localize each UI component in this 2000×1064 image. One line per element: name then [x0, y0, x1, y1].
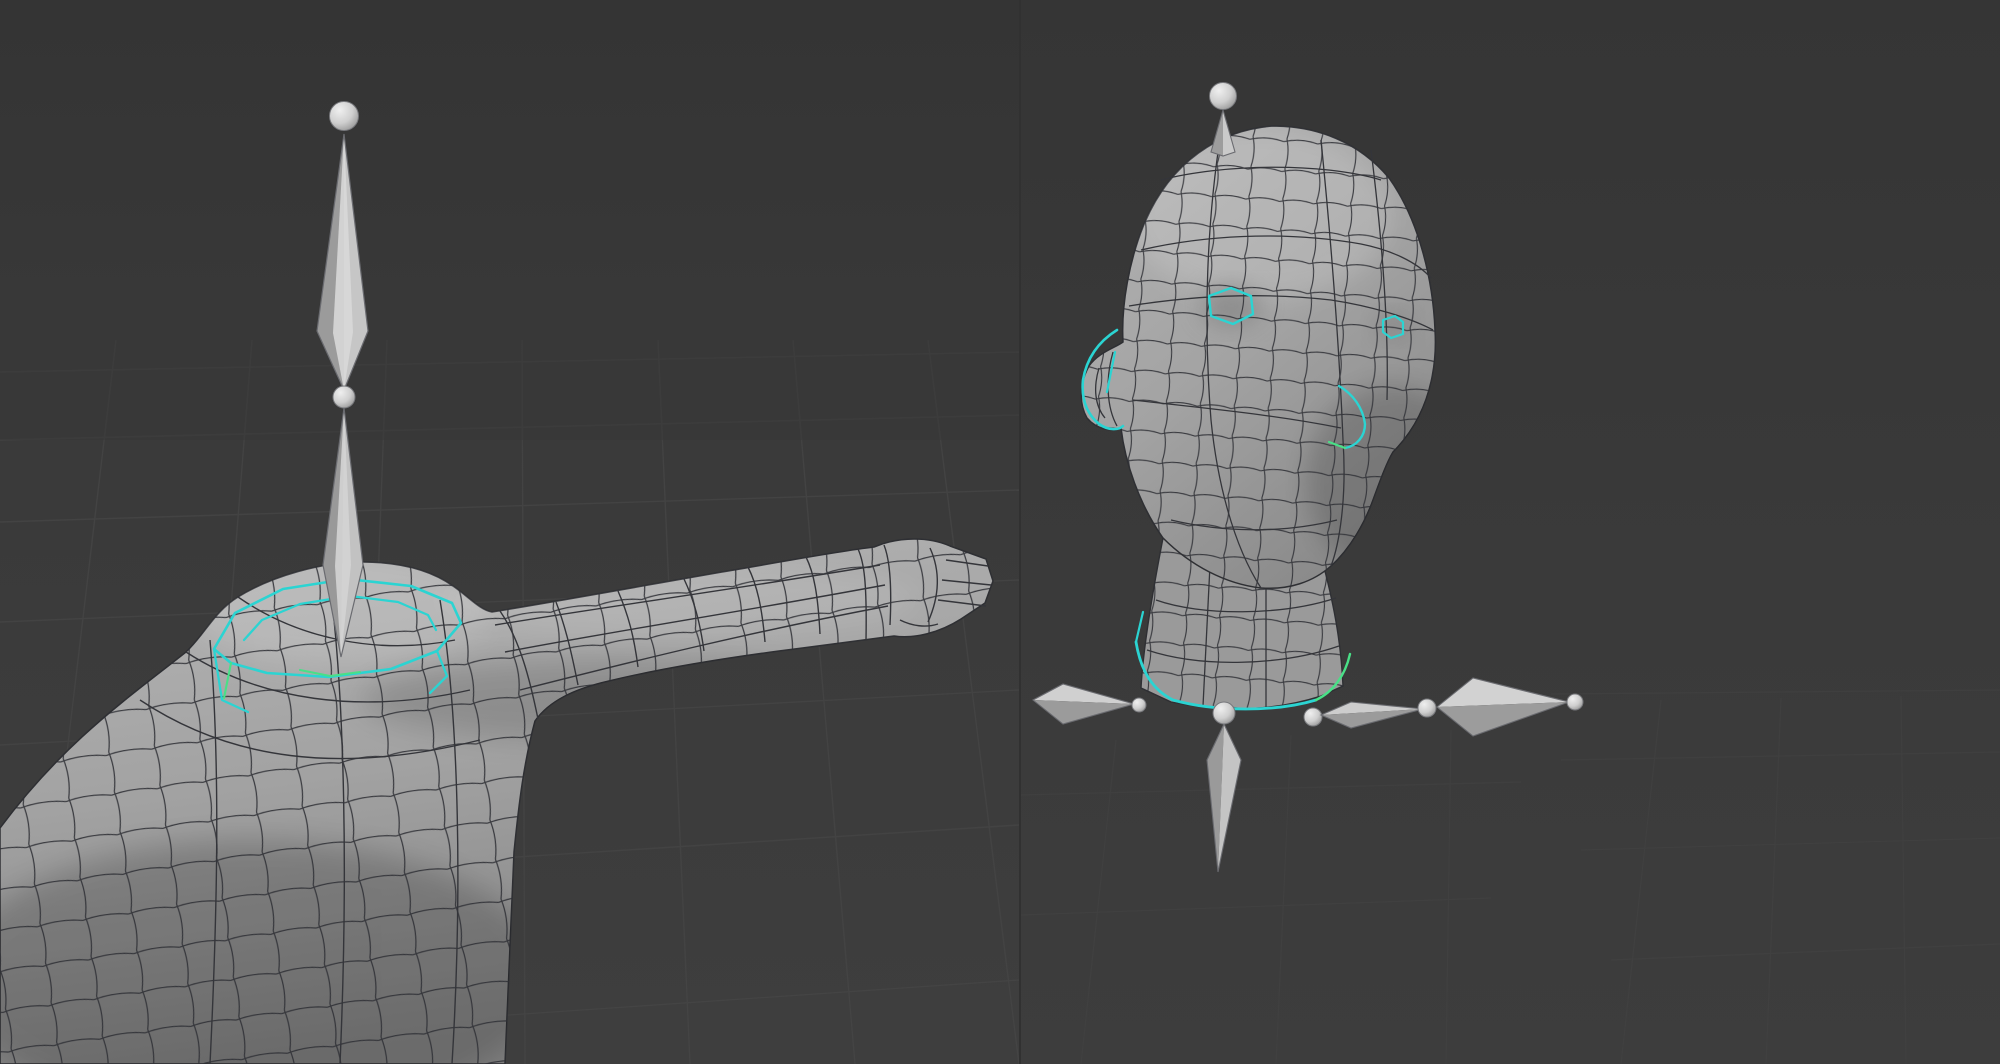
bone-joint-sphere[interactable] [1418, 699, 1436, 717]
viewport-stage [0, 0, 2000, 1064]
bone-joint-sphere[interactable] [1304, 708, 1322, 726]
bone-joint-sphere[interactable] [1213, 702, 1235, 724]
right-3d-viewport[interactable] [1021, 0, 2000, 1064]
left-3d-viewport[interactable] [0, 0, 1019, 1064]
left-viewport-canvas[interactable] [0, 0, 1019, 1064]
grid-horizon-fade [0, 330, 1019, 440]
right-viewport-canvas[interactable] [1021, 0, 2000, 1064]
bone-joint-sphere[interactable] [1567, 694, 1583, 710]
bone-joint-sphere[interactable] [333, 386, 355, 408]
bone-joint-sphere[interactable] [330, 102, 359, 131]
bone-joint-sphere[interactable] [1132, 698, 1146, 712]
bone-joint-sphere[interactable] [1210, 83, 1237, 110]
